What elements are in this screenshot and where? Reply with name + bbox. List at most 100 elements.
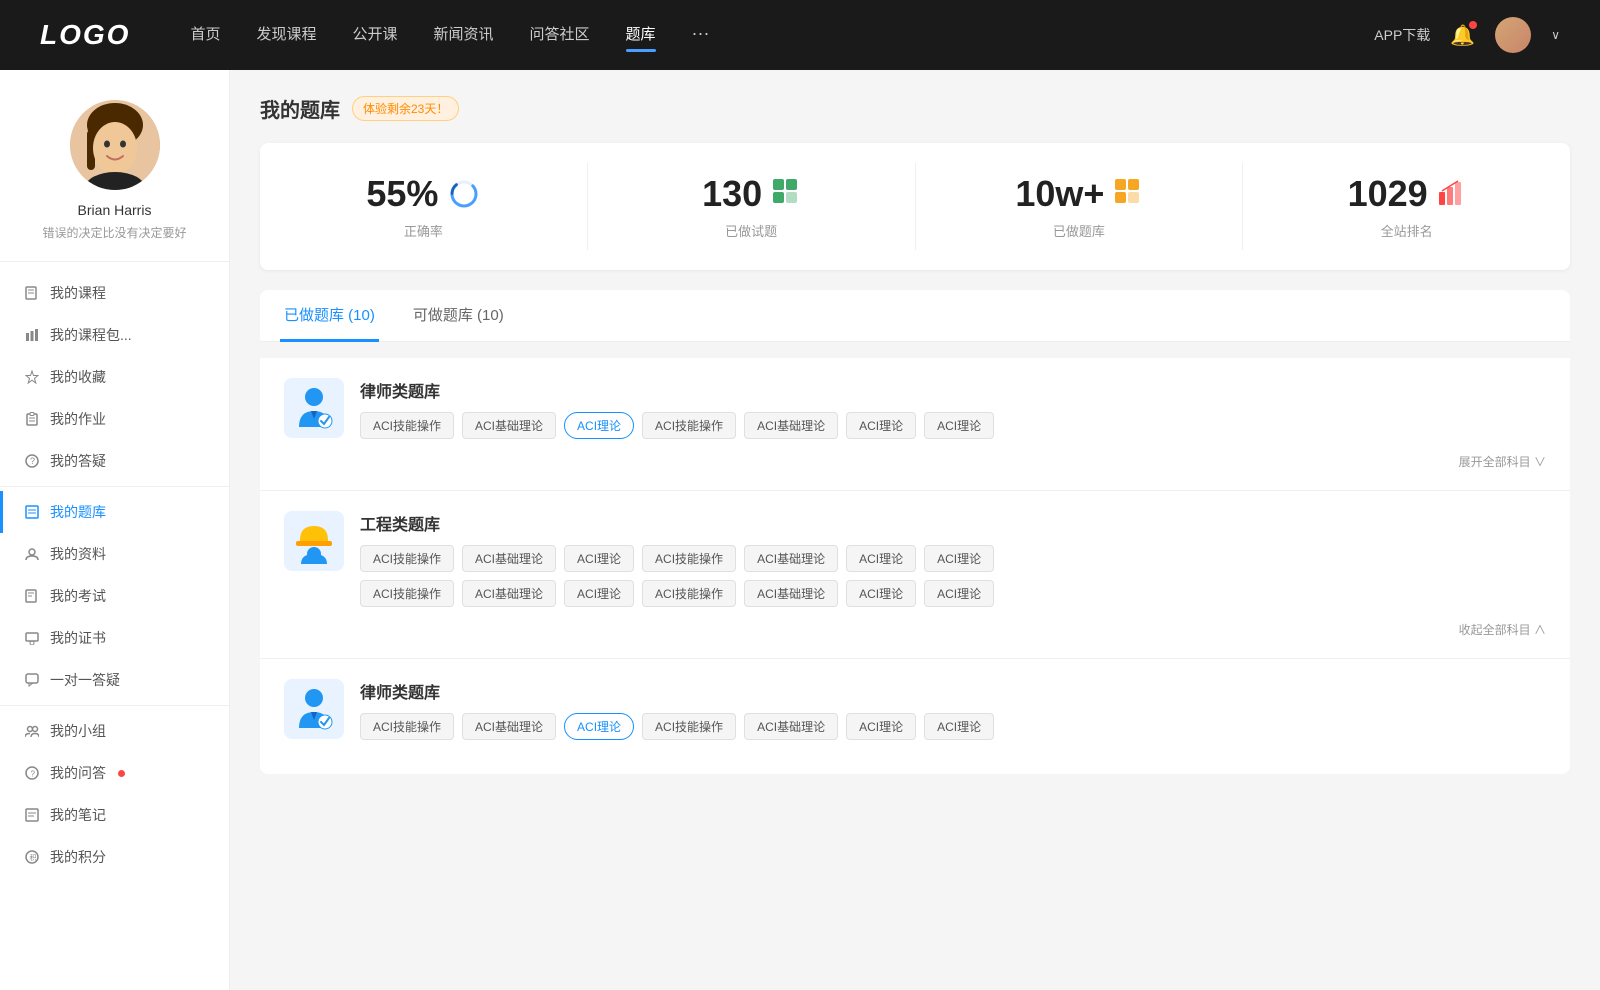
tab-done-banks[interactable]: 已做题库 (10) bbox=[280, 290, 379, 342]
stat-number-rank: 1029 bbox=[1348, 173, 1428, 215]
sidebar-item-points[interactable]: 积 我的积分 bbox=[0, 836, 229, 878]
tag[interactable]: ACI理论 bbox=[846, 713, 916, 740]
nav-links: 首页 发现课程 公开课 新闻资讯 问答社区 题库 ··· bbox=[190, 23, 1374, 48]
qbank-header-3: 律师类题库 ACI技能操作 ACI基础理论 ACI理论 ACI技能操作 ACI基… bbox=[284, 679, 1546, 740]
qbank-title-area-engineer: 工程类题库 ACI技能操作 ACI基础理论 ACI理论 ACI技能操作 ACI基… bbox=[360, 511, 1546, 607]
sidebar-item-exams[interactable]: 我的考试 bbox=[0, 575, 229, 617]
qbank-name-3: 律师类题库 bbox=[360, 679, 1546, 703]
qbank-icon bbox=[24, 504, 40, 520]
tag[interactable]: ACI基础理论 bbox=[462, 545, 556, 572]
svg-text:?: ? bbox=[30, 456, 35, 466]
tag[interactable]: ACI理论 bbox=[924, 713, 994, 740]
file-icon bbox=[24, 285, 40, 301]
sidebar-item-label: 我的题库 bbox=[50, 502, 106, 522]
tag-active[interactable]: ACI理论 bbox=[564, 713, 634, 740]
sidebar-item-profile[interactable]: 我的资料 bbox=[0, 533, 229, 575]
menu-divider bbox=[0, 486, 229, 487]
qbank-title-area-3: 律师类题库 ACI技能操作 ACI基础理论 ACI理论 ACI技能操作 ACI基… bbox=[360, 679, 1546, 740]
tag[interactable]: ACI理论 bbox=[846, 412, 916, 439]
sidebar-item-qa[interactable]: ? 我的答疑 bbox=[0, 440, 229, 482]
notification-bell-icon[interactable]: 🔔 bbox=[1450, 23, 1475, 48]
sidebar-item-label: 我的课程 bbox=[50, 283, 106, 303]
tag[interactable]: ACI技能操作 bbox=[360, 545, 454, 572]
stat-main-questions: 130 bbox=[702, 173, 800, 215]
profile-name: Brian Harris bbox=[20, 202, 209, 218]
nav-more[interactable]: ··· bbox=[692, 23, 710, 48]
tag[interactable]: ACI理论 bbox=[564, 545, 634, 572]
tab-available-banks[interactable]: 可做题库 (10) bbox=[409, 290, 508, 342]
sidebar-item-groups[interactable]: 我的小组 bbox=[0, 710, 229, 752]
tag[interactable]: ACI基础理论 bbox=[744, 412, 838, 439]
nav-link-news[interactable]: 新闻资讯 bbox=[434, 23, 494, 48]
rank-bar-icon bbox=[1438, 178, 1466, 211]
stat-number-banks: 10w+ bbox=[1015, 173, 1104, 215]
svg-text:?: ? bbox=[31, 770, 36, 779]
chat-icon bbox=[24, 672, 40, 688]
tag[interactable]: ACI技能操作 bbox=[360, 412, 454, 439]
sidebar-item-1on1[interactable]: 一对一答疑 bbox=[0, 659, 229, 701]
nav-link-qbank[interactable]: 题库 bbox=[626, 23, 656, 48]
sidebar-item-course-packages[interactable]: 我的课程包... bbox=[0, 314, 229, 356]
avatar-image bbox=[70, 100, 160, 190]
collapse-link[interactable]: 收起全部科目 ∧ bbox=[284, 621, 1546, 638]
tag[interactable]: ACI基础理论 bbox=[462, 412, 556, 439]
expand-link[interactable]: 展开全部科目 ∨ bbox=[284, 453, 1546, 470]
stat-number-questions: 130 bbox=[702, 173, 762, 215]
tag[interactable]: ACI基础理论 bbox=[744, 545, 838, 572]
tags-row-1: ACI技能操作 ACI基础理论 ACI理论 ACI技能操作 ACI基础理论 AC… bbox=[360, 412, 1546, 439]
tag[interactable]: ACI理论 bbox=[846, 545, 916, 572]
tag[interactable]: ACI理论 bbox=[924, 545, 994, 572]
tag[interactable]: ACI基础理论 bbox=[462, 580, 556, 607]
tag[interactable]: ACI基础理论 bbox=[462, 713, 556, 740]
exam-icon bbox=[24, 588, 40, 604]
main-content: 我的题库 体验剩余23天！ 55% 正确率 130 bbox=[230, 70, 1600, 990]
tag[interactable]: ACI基础理论 bbox=[744, 713, 838, 740]
tag[interactable]: ACI技能操作 bbox=[642, 580, 736, 607]
tags-row-2a: ACI技能操作 ACI基础理论 ACI理论 ACI技能操作 ACI基础理论 AC… bbox=[360, 545, 1546, 572]
nav-link-open[interactable]: 公开课 bbox=[352, 23, 397, 48]
nav-app-download[interactable]: APP下载 bbox=[1374, 25, 1430, 45]
tag[interactable]: ACI技能操作 bbox=[642, 412, 736, 439]
lawyer-icon bbox=[291, 385, 337, 431]
stat-main-rank: 1029 bbox=[1348, 173, 1466, 215]
tag-active[interactable]: ACI理论 bbox=[564, 412, 634, 439]
sidebar-item-my-qa[interactable]: ? 我的问答 bbox=[0, 752, 229, 794]
sidebar-item-notes[interactable]: 我的笔记 bbox=[0, 794, 229, 836]
sidebar-item-label: 我的证书 bbox=[50, 628, 106, 648]
stat-label-banks: 已做题库 bbox=[1053, 221, 1105, 240]
sidebar-item-label: 我的作业 bbox=[50, 409, 106, 429]
tag[interactable]: ACI理论 bbox=[924, 412, 994, 439]
stat-rank: 1029 全站排名 bbox=[1243, 163, 1570, 250]
tag[interactable]: ACI理论 bbox=[846, 580, 916, 607]
tag[interactable]: ACI技能操作 bbox=[642, 545, 736, 572]
main-layout: Brian Harris 错误的决定比没有决定要好 我的课程 我的课程包... bbox=[0, 70, 1600, 990]
profile-avatar bbox=[70, 100, 160, 190]
tag[interactable]: ACI技能操作 bbox=[360, 580, 454, 607]
menu-divider-2 bbox=[0, 705, 229, 706]
sidebar-item-label: 我的小组 bbox=[50, 721, 106, 741]
sidebar-item-homework[interactable]: 我的作业 bbox=[0, 398, 229, 440]
tag[interactable]: ACI理论 bbox=[924, 580, 994, 607]
chevron-down-icon[interactable]: ∨ bbox=[1551, 28, 1560, 42]
nav-link-qa[interactable]: 问答社区 bbox=[530, 23, 590, 48]
qbank-title-area: 律师类题库 ACI技能操作 ACI基础理论 ACI理论 ACI技能操作 ACI基… bbox=[360, 378, 1546, 439]
tag[interactable]: ACI基础理论 bbox=[744, 580, 838, 607]
sidebar-item-certificates[interactable]: 我的证书 bbox=[0, 617, 229, 659]
accuracy-chart-icon bbox=[448, 178, 480, 210]
nav-link-discover[interactable]: 发现课程 bbox=[256, 23, 316, 48]
sidebar-item-favorites[interactable]: 我的收藏 bbox=[0, 356, 229, 398]
profile-motto: 错误的决定比没有决定要好 bbox=[20, 224, 209, 241]
navbar: LOGO 首页 发现课程 公开课 新闻资讯 问答社区 题库 ··· APP下载 … bbox=[0, 0, 1600, 70]
notes-icon bbox=[24, 807, 40, 823]
avatar[interactable] bbox=[1495, 17, 1531, 53]
sidebar: Brian Harris 错误的决定比没有决定要好 我的课程 我的课程包... bbox=[0, 70, 230, 990]
sidebar-item-question-bank[interactable]: 我的题库 bbox=[0, 491, 229, 533]
nav-link-home[interactable]: 首页 bbox=[190, 23, 220, 48]
tag[interactable]: ACI理论 bbox=[564, 580, 634, 607]
nav-logo[interactable]: LOGO bbox=[40, 19, 130, 51]
tabs-row: 已做题库 (10) 可做题库 (10) bbox=[260, 290, 1570, 342]
sidebar-item-my-courses[interactable]: 我的课程 bbox=[0, 272, 229, 314]
tag[interactable]: ACI技能操作 bbox=[642, 713, 736, 740]
tag[interactable]: ACI技能操作 bbox=[360, 713, 454, 740]
qbank-header-engineer: 工程类题库 ACI技能操作 ACI基础理论 ACI理论 ACI技能操作 ACI基… bbox=[284, 511, 1546, 607]
